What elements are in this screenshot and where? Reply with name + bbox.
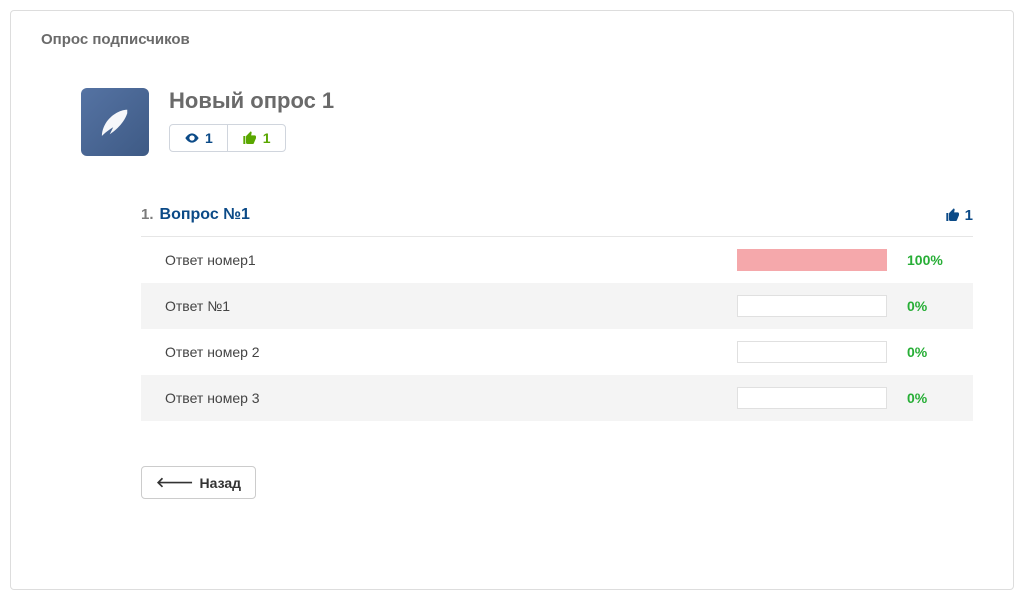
answer-bar — [737, 387, 887, 409]
survey-info: Новый опрос 1 1 1 — [169, 88, 983, 156]
survey-title: Новый опрос 1 — [169, 88, 983, 114]
back-button[interactable]: 🡐 Назад — [141, 466, 256, 499]
question-votes: 1 — [945, 207, 973, 224]
answer-percent: 0% — [907, 344, 957, 360]
answer-text: Ответ номер1 — [157, 252, 737, 268]
survey-avatar — [81, 88, 149, 156]
answer-text: Ответ номер 2 — [157, 344, 737, 360]
question-row: 1. Вопрос №1 1 — [141, 196, 973, 237]
votes-count: 1 — [263, 130, 271, 146]
survey-header: Новый опрос 1 1 1 — [81, 88, 983, 156]
back-label: Назад — [200, 475, 242, 491]
answer-percent: 0% — [907, 390, 957, 406]
eye-icon — [184, 130, 200, 146]
feather-icon — [94, 101, 136, 143]
answer-bar — [737, 249, 887, 271]
answer-bar — [737, 341, 887, 363]
answer-row: Ответ номер1 100% — [141, 237, 973, 283]
answer-row: Ответ номер 3 0% — [141, 375, 973, 421]
bar-empty — [737, 387, 887, 409]
arrow-left-icon: 🡐 — [156, 474, 194, 491]
stat-views: 1 — [170, 125, 227, 151]
bar-empty — [737, 341, 887, 363]
answer-row: Ответ №1 0% — [141, 283, 973, 329]
answers-container: Ответ номер1 100% Ответ №1 0% Ответ номер 2 0… — [41, 237, 983, 421]
bar-empty — [737, 295, 887, 317]
question-vote-count: 1 — [965, 207, 973, 224]
answer-percent: 100% — [907, 252, 957, 268]
views-count: 1 — [205, 130, 213, 146]
question-text: Вопрос №1 — [160, 206, 250, 224]
panel-title: Опрос подписчиков — [41, 31, 983, 48]
question-left: 1. Вопрос №1 — [141, 206, 250, 224]
answer-percent: 0% — [907, 298, 957, 314]
stats-badge: 1 1 — [169, 124, 286, 152]
survey-panel: Опрос подписчиков Новый опрос 1 1 — [10, 10, 1014, 590]
answer-row: Ответ номер 2 0% — [141, 329, 973, 375]
stat-votes: 1 — [227, 125, 285, 151]
answer-bar — [737, 295, 887, 317]
bar-filled — [737, 249, 887, 271]
answer-text: Ответ номер 3 — [157, 390, 737, 406]
thumbs-up-icon — [945, 207, 961, 223]
question-number: 1. — [141, 206, 154, 223]
answer-text: Ответ №1 — [157, 298, 737, 314]
thumbs-up-icon — [242, 130, 258, 146]
